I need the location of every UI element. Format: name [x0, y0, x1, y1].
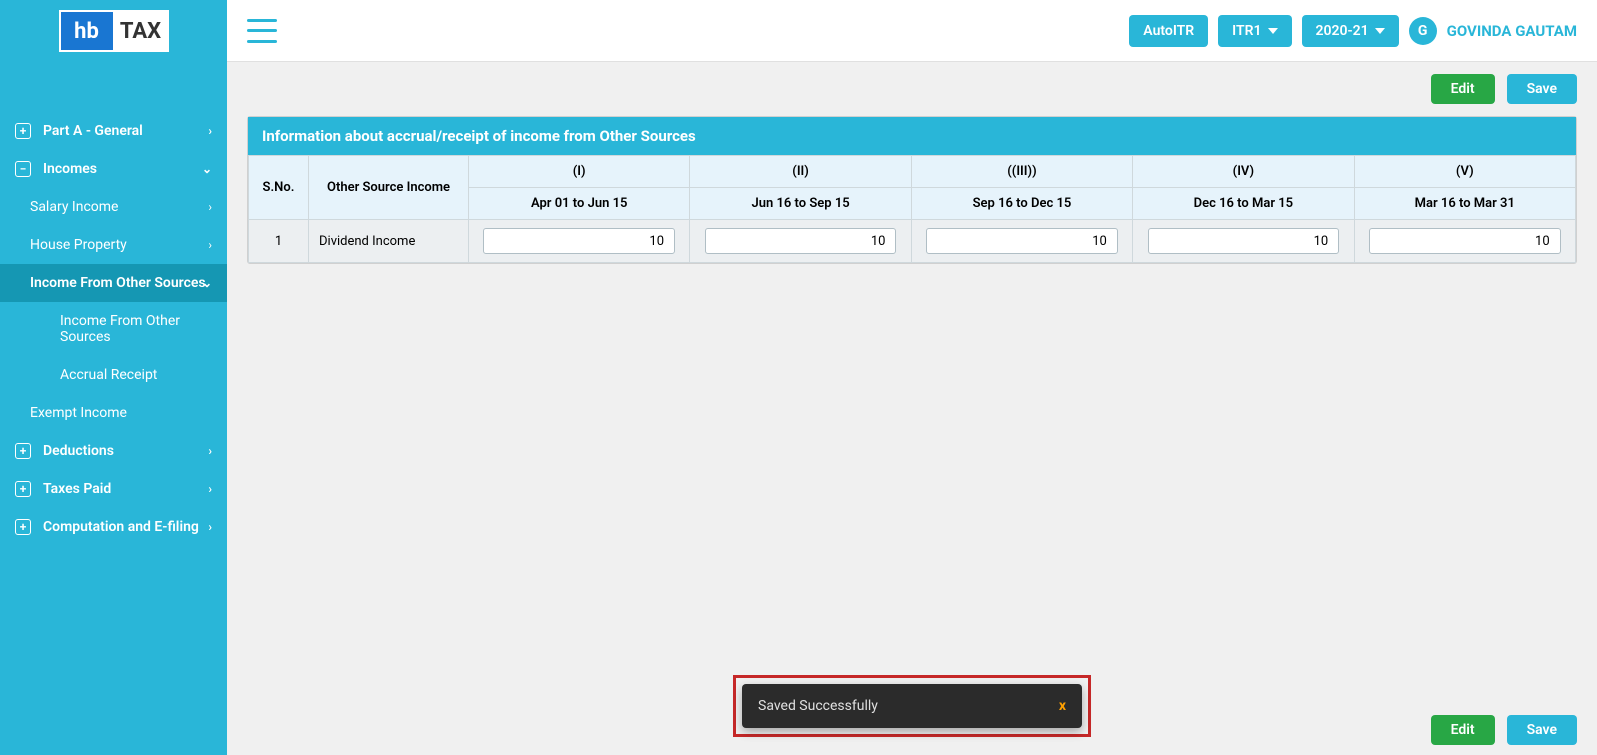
toast-message: Saved Successfully [758, 698, 878, 714]
input-period-5[interactable] [1369, 228, 1561, 254]
collapse-icon: − [15, 161, 31, 177]
logo-tax: TAX [113, 10, 169, 52]
sidebar: hb TAX + Part A - General › − Incomes ⌄ … [0, 0, 227, 755]
edit-button[interactable]: Edit [1431, 74, 1495, 104]
col-period-1-roman: (I) [469, 156, 690, 188]
toast-close-button[interactable]: x [1059, 698, 1066, 714]
expand-icon: + [15, 123, 31, 139]
logo[interactable]: hb TAX [0, 0, 227, 62]
accrual-table: S.No. Other Source Income (I) (II) ((III… [248, 155, 1576, 263]
sidebar-item-exempt-income[interactable]: Exempt Income [0, 394, 227, 432]
sidebar-subitem-income-other-sources[interactable]: Income From Other Sources [0, 302, 227, 356]
content: Edit Save Information about accrual/rece… [227, 62, 1597, 276]
col-period-5-roman: (V) [1354, 156, 1575, 188]
year-dropdown[interactable]: 2020-21 [1302, 15, 1399, 47]
chevron-right-icon: › [208, 482, 212, 496]
sidebar-item-deductions[interactable]: + Deductions › [0, 432, 227, 470]
sidebar-item-computation-efiling[interactable]: + Computation and E-filing › [0, 508, 227, 546]
toast-highlight: Saved Successfully x [733, 675, 1091, 737]
accrual-panel: Information about accrual/receipt of inc… [247, 116, 1577, 264]
chevron-down-icon [1268, 28, 1278, 34]
col-period-1-range: Apr 01 to Jun 15 [469, 188, 690, 220]
sidebar-label: Income From Other Sources [60, 313, 180, 345]
sidebar-label: Accrual Receipt [60, 367, 157, 383]
topbar: AutoITR ITR1 2020-21 G GOVINDA GAUTAM [227, 0, 1597, 62]
chevron-right-icon: › [208, 124, 212, 138]
sidebar-label: Part A - General [43, 123, 143, 139]
sidebar-item-part-a-general[interactable]: + Part A - General › [0, 112, 227, 150]
main-area: AutoITR ITR1 2020-21 G GOVINDA GAUTAM Ed… [227, 0, 1597, 755]
expand-icon: + [15, 519, 31, 535]
auto-itr-button[interactable]: AutoITR [1129, 15, 1208, 47]
chevron-right-icon: › [208, 520, 212, 534]
sidebar-label: Taxes Paid [43, 481, 111, 497]
cell-label: Dividend Income [309, 220, 469, 263]
input-period-4[interactable] [1148, 228, 1340, 254]
edit-button-bottom[interactable]: Edit [1431, 715, 1495, 745]
col-period-2-range: Jun 16 to Sep 15 [690, 188, 911, 220]
table-row: 1 Dividend Income [249, 220, 1576, 263]
col-sno: S.No. [249, 156, 309, 220]
logo-hb: hb [59, 10, 115, 52]
top-actions: Edit Save [247, 74, 1577, 104]
expand-icon: + [15, 481, 31, 497]
sidebar-label: Deductions [43, 443, 114, 459]
sidebar-item-house-property[interactable]: House Property › [0, 226, 227, 264]
sidebar-subitem-accrual-receipt[interactable]: Accrual Receipt [0, 356, 227, 394]
user-name[interactable]: GOVINDA GAUTAM [1447, 22, 1577, 40]
col-period-4-roman: (IV) [1133, 156, 1354, 188]
chevron-right-icon: › [208, 444, 212, 458]
sidebar-label: Computation and E-filing [43, 519, 199, 535]
col-period-4-range: Dec 16 to Mar 15 [1133, 188, 1354, 220]
sidebar-label: Incomes [43, 161, 97, 177]
input-period-1[interactable] [483, 228, 675, 254]
input-period-3[interactable] [926, 228, 1118, 254]
user-avatar[interactable]: G [1409, 17, 1437, 45]
chevron-down-icon [1375, 28, 1385, 34]
sidebar-item-salary-income[interactable]: Salary Income › [0, 188, 227, 226]
cell-sno: 1 [249, 220, 309, 263]
button-label: ITR1 [1232, 23, 1261, 39]
sidebar-label: Exempt Income [30, 405, 127, 421]
col-period-3-range: Sep 16 to Dec 15 [911, 188, 1132, 220]
expand-icon: + [15, 443, 31, 459]
toast: Saved Successfully x [742, 684, 1082, 728]
button-label: AutoITR [1143, 23, 1194, 39]
sidebar-item-taxes-paid[interactable]: + Taxes Paid › [0, 470, 227, 508]
input-period-2[interactable] [705, 228, 897, 254]
save-button-bottom[interactable]: Save [1507, 715, 1577, 745]
chevron-right-icon: › [208, 200, 212, 214]
chevron-right-icon: › [208, 238, 212, 252]
bottom-actions: Edit Save [1431, 715, 1577, 745]
col-other-source: Other Source Income [309, 156, 469, 220]
chevron-down-icon: ⌄ [202, 276, 212, 290]
col-period-5-range: Mar 16 to Mar 31 [1354, 188, 1575, 220]
sidebar-label: Income From Other Sources [30, 275, 206, 291]
col-period-3-roman: ((III)) [911, 156, 1132, 188]
button-label: 2020-21 [1316, 23, 1369, 39]
sidebar-label: Salary Income [30, 199, 118, 215]
col-period-2-roman: (II) [690, 156, 911, 188]
panel-title: Information about accrual/receipt of inc… [248, 117, 1576, 155]
chevron-down-icon: ⌄ [202, 162, 212, 176]
save-button[interactable]: Save [1507, 74, 1577, 104]
sidebar-item-incomes[interactable]: − Incomes ⌄ [0, 150, 227, 188]
sidebar-item-income-other-sources[interactable]: Income From Other Sources ⌄ [0, 264, 227, 302]
sidebar-label: House Property [30, 237, 127, 253]
menu-toggle-icon[interactable] [247, 19, 277, 43]
itr-type-dropdown[interactable]: ITR1 [1218, 15, 1291, 47]
